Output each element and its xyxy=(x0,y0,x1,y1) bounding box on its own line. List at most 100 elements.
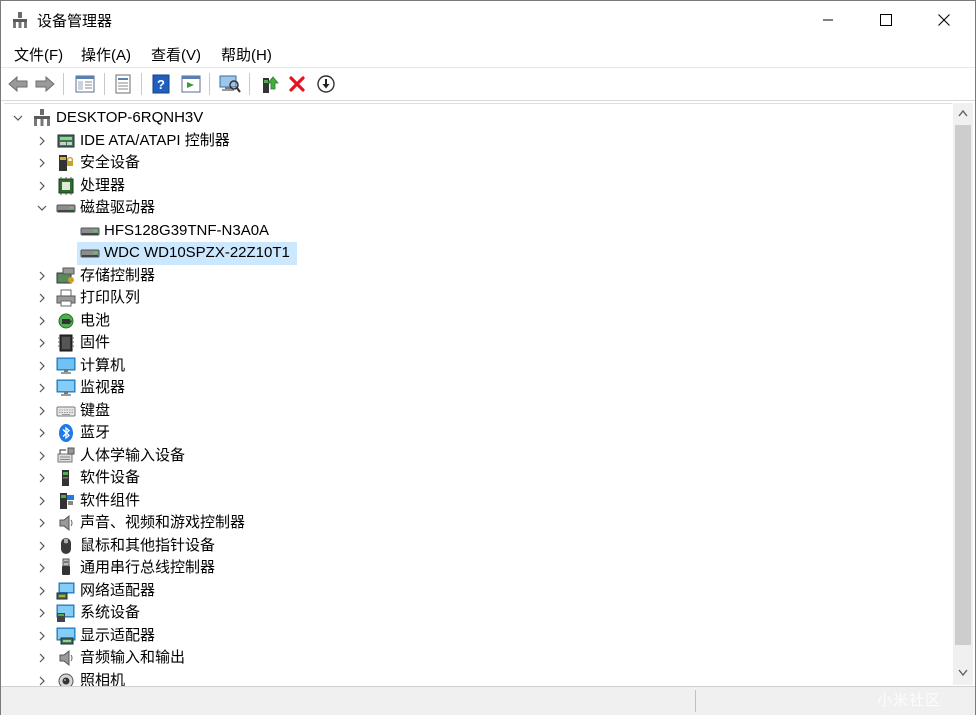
tree-category[interactable]: 显示适配器 xyxy=(4,625,952,647)
expander[interactable] xyxy=(36,360,48,372)
disable-device-button[interactable] xyxy=(314,72,338,96)
chevron-right-icon[interactable] xyxy=(36,270,48,282)
chevron-right-icon[interactable] xyxy=(36,562,48,574)
expander[interactable] xyxy=(12,112,24,124)
tree-category[interactable]: 人体学输入设备 xyxy=(4,445,952,467)
expander[interactable] xyxy=(36,135,48,147)
expander[interactable] xyxy=(36,270,48,282)
chevron-right-icon[interactable] xyxy=(36,427,48,439)
chevron-right-icon[interactable] xyxy=(36,405,48,417)
chevron-right-icon[interactable] xyxy=(36,630,48,642)
update-driver-button[interactable] xyxy=(258,72,282,96)
minimize-button[interactable] xyxy=(799,1,857,39)
expander[interactable] xyxy=(36,180,48,192)
scan-hardware-button[interactable] xyxy=(218,72,242,96)
properties-button[interactable] xyxy=(111,72,135,96)
expander[interactable] xyxy=(36,382,48,394)
chevron-down-icon[interactable] xyxy=(36,202,48,214)
tree-category[interactable]: 通用串行总线控制器 xyxy=(4,557,952,579)
tree-category[interactable]: 蓝牙 xyxy=(4,422,952,444)
expander[interactable] xyxy=(36,315,48,327)
scroll-down-icon[interactable] xyxy=(958,669,968,677)
chevron-right-icon[interactable] xyxy=(36,180,48,192)
chevron-right-icon[interactable] xyxy=(36,315,48,327)
chevron-right-icon[interactable] xyxy=(36,652,48,664)
tree-category[interactable]: 计算机 xyxy=(4,355,952,377)
tree-category[interactable]: 存储控制器 xyxy=(4,265,952,287)
chevron-right-icon[interactable] xyxy=(36,540,48,552)
expander[interactable] xyxy=(36,630,48,642)
scroll-up-icon[interactable] xyxy=(958,109,968,117)
tree-category[interactable]: 处理器 xyxy=(4,175,952,197)
expander[interactable] xyxy=(36,157,48,169)
chevron-right-icon[interactable] xyxy=(36,135,48,147)
maximize-button[interactable] xyxy=(857,1,915,39)
tree-category[interactable]: 照相机 xyxy=(4,670,952,687)
tree-root[interactable]: DESKTOP-6RQNH3V xyxy=(4,107,952,129)
expander[interactable] xyxy=(36,202,48,214)
scrollbar-thumb[interactable] xyxy=(955,125,971,645)
chevron-right-icon[interactable] xyxy=(36,382,48,394)
expander[interactable] xyxy=(36,472,48,484)
title-bar[interactable]: 设备管理器 xyxy=(1,1,975,39)
chevron-right-icon[interactable] xyxy=(36,585,48,597)
vertical-scrollbar[interactable] xyxy=(953,103,973,685)
chevron-right-icon[interactable] xyxy=(36,675,48,687)
tree-category[interactable]: IDE ATA/ATAPI 控制器 xyxy=(4,130,952,152)
tree-category[interactable]: 打印队列 xyxy=(4,287,952,309)
tree-category[interactable]: 监视器 xyxy=(4,377,952,399)
chevron-right-icon[interactable] xyxy=(36,292,48,304)
tree-category[interactable]: 键盘 xyxy=(4,400,952,422)
expander[interactable] xyxy=(36,292,48,304)
chevron-right-icon[interactable] xyxy=(36,472,48,484)
menu-help[interactable]: 帮助(H) xyxy=(221,44,272,65)
expander[interactable] xyxy=(36,607,48,619)
close-button[interactable] xyxy=(915,1,973,39)
expander[interactable] xyxy=(36,562,48,574)
chevron-right-icon[interactable] xyxy=(36,337,48,349)
tree-category[interactable]: 声音、视频和游戏控制器 xyxy=(4,512,952,534)
tree-device-selected[interactable]: WDC WD10SPZX-22Z10T1 xyxy=(4,242,952,265)
expander[interactable] xyxy=(36,450,48,462)
expander[interactable] xyxy=(36,517,48,529)
tree-category[interactable]: 软件设备 xyxy=(4,467,952,489)
tree-category[interactable]: 固件 xyxy=(4,332,952,354)
forward-button[interactable] xyxy=(33,72,57,96)
scan-hardware-icon xyxy=(219,75,241,93)
chevron-right-icon[interactable] xyxy=(36,517,48,529)
expander[interactable] xyxy=(36,495,48,507)
tree-category[interactable]: 磁盘驱动器 xyxy=(4,197,952,219)
expander[interactable] xyxy=(36,675,48,687)
device-tree[interactable]: DESKTOP-6RQNH3V IDE ATA/ATAPI 控制器 安全设备 处理器磁… xyxy=(4,103,952,686)
expander[interactable] xyxy=(36,652,48,664)
chevron-down-icon[interactable] xyxy=(12,112,24,124)
expander[interactable] xyxy=(36,540,48,552)
expander[interactable] xyxy=(36,405,48,417)
chevron-right-icon[interactable] xyxy=(36,450,48,462)
security-device-icon xyxy=(59,155,74,171)
tree-device[interactable]: HFS128G39TNF-N3A0A xyxy=(4,220,952,242)
tree-category[interactable]: 系统设备 xyxy=(4,602,952,624)
menu-view[interactable]: 查看(V) xyxy=(151,44,201,65)
expander[interactable] xyxy=(36,427,48,439)
back-button[interactable] xyxy=(6,72,30,96)
tree-category[interactable]: 安全设备 xyxy=(4,152,952,174)
device-icon-wrapper xyxy=(56,491,76,511)
expander[interactable] xyxy=(36,585,48,597)
chevron-right-icon[interactable] xyxy=(36,495,48,507)
show-hide-console-tree-button[interactable] xyxy=(73,72,97,96)
expander[interactable] xyxy=(36,337,48,349)
help-button[interactable]: ? xyxy=(149,72,173,96)
chevron-right-icon[interactable] xyxy=(36,607,48,619)
tree-category[interactable]: 音频输入和输出 xyxy=(4,647,952,669)
tree-category[interactable]: 鼠标和其他指针设备 xyxy=(4,535,952,557)
action-pane-button[interactable] xyxy=(179,72,203,96)
menu-action[interactable]: 操作(A) xyxy=(81,44,131,65)
menu-file[interactable]: 文件(F) xyxy=(14,44,63,65)
uninstall-device-button[interactable] xyxy=(285,72,309,96)
chevron-right-icon[interactable] xyxy=(36,157,48,169)
tree-category[interactable]: 电池 xyxy=(4,310,952,332)
chevron-right-icon[interactable] xyxy=(36,360,48,372)
tree-category[interactable]: 软件组件 xyxy=(4,490,952,512)
tree-category[interactable]: 网络适配器 xyxy=(4,580,952,602)
